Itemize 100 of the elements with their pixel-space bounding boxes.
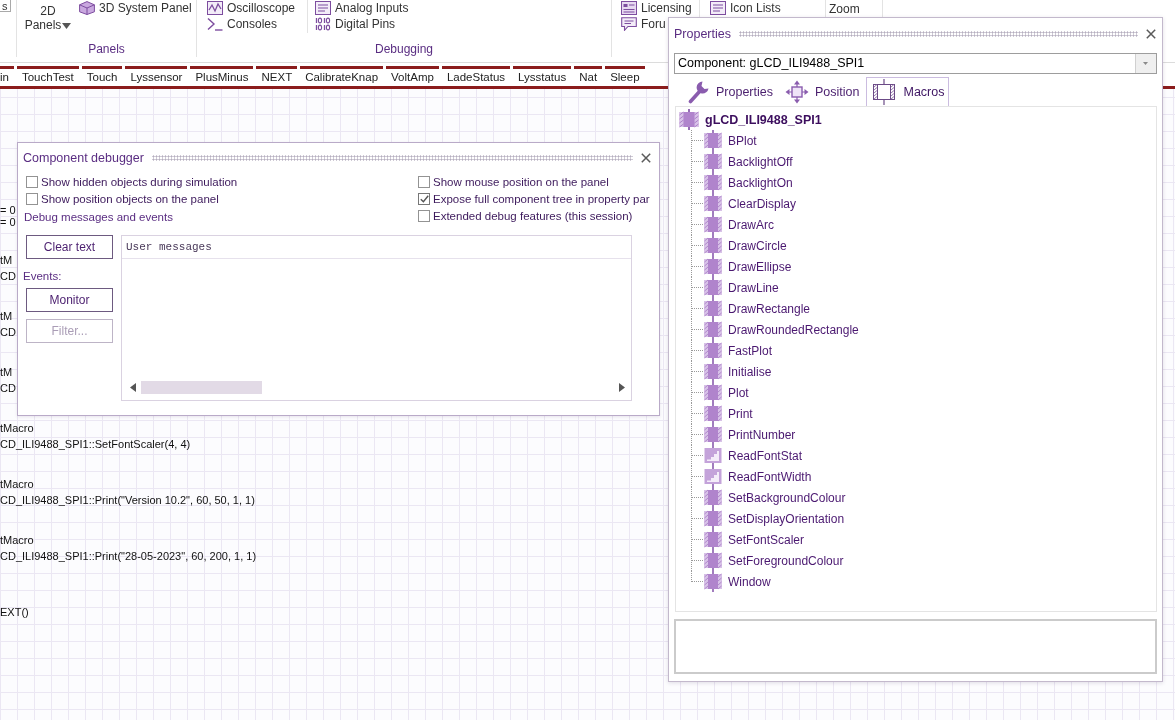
checkbox-label[interactable]: Expose full component tree in property par <box>433 192 650 205</box>
wrench-icon <box>688 80 710 104</box>
block-icon <box>704 277 722 298</box>
ribbon-group-label: Debugging <box>374 41 434 57</box>
tab[interactable]: Lyssensor <box>125 66 188 86</box>
monitor-button[interactable]: Monitor <box>26 288 113 312</box>
drag-handle[interactable] <box>151 155 633 161</box>
speech-bubble-icon <box>621 16 637 31</box>
clear-button[interactable]: Clear text <box>26 235 113 259</box>
tree-item[interactable]: DrawEllipse <box>728 259 792 274</box>
move-arrows-icon <box>785 80 809 104</box>
ribbon-button[interactable]: Digital Pins <box>315 16 396 31</box>
block-icon <box>704 151 722 172</box>
block-icon <box>704 298 722 319</box>
block-icon <box>704 235 722 256</box>
flowchart-label: tM <box>0 309 13 324</box>
flowchart-text: CD_ILI9488_SPI1::Print("28-05-2023", 60, 200, 1, 1) <box>0 549 257 564</box>
flowchart-label: = 0 <box>0 204 16 216</box>
tree-item[interactable]: Print <box>728 406 753 421</box>
column-header: User messages <box>122 236 631 259</box>
block-icon <box>704 256 722 277</box>
dropdown-caret-icon[interactable] <box>1135 54 1156 73</box>
tree-item[interactable]: SetBackgroundColour <box>728 490 846 505</box>
tab[interactable]: Sleep <box>605 66 645 86</box>
tree-item[interactable]: DrawCircle <box>728 238 787 253</box>
tree-item[interactable]: DrawRectangle <box>728 301 811 316</box>
tab[interactable]: Macros <box>866 77 950 106</box>
section-label: Events: <box>23 269 62 283</box>
ribbon-dropdown-button[interactable]: 2D Panels <box>22 4 74 32</box>
block-icon <box>679 109 699 130</box>
block-icon <box>704 319 722 340</box>
ribbon-button[interactable]: Foru <box>621 16 666 31</box>
checkbox[interactable] <box>26 192 38 205</box>
tree-item[interactable]: gLCD_ILI9488_SPI1 <box>705 112 822 127</box>
flowchart-text: CD_ILI9488_SPI1::Print("Version 10.2", 60, 50, 1, 1) <box>0 493 255 508</box>
tree-item[interactable]: SetFontScaler <box>728 532 805 547</box>
scroll-right-icon[interactable] <box>619 382 625 392</box>
ribbon-button[interactable]: Oscilloscope <box>207 0 296 15</box>
checkbox-label[interactable]: Extended debug features (this session) <box>433 209 633 222</box>
block-icon <box>704 172 722 193</box>
block-icon <box>704 508 722 529</box>
tree-item[interactable]: DrawLine <box>728 280 779 295</box>
tab[interactable]: Properties <box>683 77 778 106</box>
steps-icon <box>704 445 722 466</box>
ribbon-button[interactable]: 3D System Panel <box>79 0 192 15</box>
tree-item[interactable]: ClearDisplay <box>728 196 797 211</box>
checkbox[interactable] <box>418 192 430 205</box>
block-icon <box>704 130 722 151</box>
tree-item[interactable]: FastPlot <box>728 343 772 358</box>
tree-item[interactable]: BacklightOn <box>728 175 793 190</box>
tree-item[interactable]: Window <box>728 574 771 589</box>
block-icon <box>704 529 722 550</box>
tree-item[interactable]: DrawArc <box>728 217 774 232</box>
scrollbar-thumb[interactable] <box>141 380 262 394</box>
flowchart-label: tMacro <box>0 477 34 492</box>
tab[interactable]: Lysstatus <box>513 66 572 86</box>
tree-item[interactable]: Initialise <box>728 364 772 379</box>
checkbox-label[interactable]: Show mouse position on the panel <box>433 175 609 188</box>
checkmark-icon <box>419 194 429 203</box>
tree-item[interactable]: SetForegroundColour <box>728 553 844 568</box>
tree-item[interactable]: ReadFontStat <box>728 448 803 463</box>
tab[interactable]: Position <box>780 77 865 106</box>
ribbon-button[interactable]: Zoom <box>829 2 860 16</box>
ribbon-button[interactable]: s <box>0 0 11 12</box>
block-icon <box>704 382 722 403</box>
ribbon-button[interactable]: Consoles <box>207 16 278 31</box>
binary-digits-icon <box>315 16 332 31</box>
tree-item[interactable]: BPlot <box>728 133 757 148</box>
close-icon[interactable] <box>641 153 651 163</box>
ribbon-button[interactable]: Analog Inputs <box>315 0 409 15</box>
block-icon <box>704 487 722 508</box>
scroll-left-icon[interactable] <box>130 382 136 392</box>
ribbon-button[interactable]: Licensing <box>621 0 692 15</box>
checkbox-label[interactable]: Show position objects on the panel <box>41 192 219 205</box>
tree-item[interactable]: SetDisplayOrientation <box>728 511 845 526</box>
block-icon <box>704 193 722 214</box>
tree-item[interactable]: DrawRoundedRectangle <box>728 322 859 337</box>
tab[interactable]: VoltAmp <box>386 66 439 86</box>
block-icon <box>704 403 722 424</box>
checkbox[interactable] <box>26 175 38 188</box>
block-icon <box>704 340 722 361</box>
tree-item[interactable]: ReadFontWidth <box>728 469 812 484</box>
tree-item[interactable]: Plot <box>728 385 749 400</box>
checkbox[interactable] <box>418 175 430 188</box>
checkbox-label[interactable]: Show hidden objects during simulation <box>41 175 238 188</box>
tree-item[interactable]: PrintNumber <box>728 427 796 442</box>
flowchart-text: CD_ILI9488_SPI1::SetFontScaler(4, 4) <box>0 437 191 452</box>
drag-handle[interactable] <box>739 30 1138 37</box>
component-select[interactable]: Component: gLCD_ILI9488_SPI1 <box>674 53 1157 74</box>
caret-down-icon <box>62 23 72 29</box>
ribbon-button[interactable]: Icon Lists <box>710 0 781 15</box>
checkbox[interactable] <box>418 209 430 222</box>
close-icon[interactable] <box>1146 28 1156 39</box>
flowchart-label: tM <box>0 365 13 380</box>
tree-item[interactable]: BacklightOff <box>728 154 793 169</box>
ribbon-group-label: Panels <box>88 41 125 57</box>
cube-icon <box>79 0 95 15</box>
document-icon <box>621 0 637 15</box>
list-icon <box>315 0 332 15</box>
tab[interactable]: CalibrateKnap <box>300 66 384 86</box>
